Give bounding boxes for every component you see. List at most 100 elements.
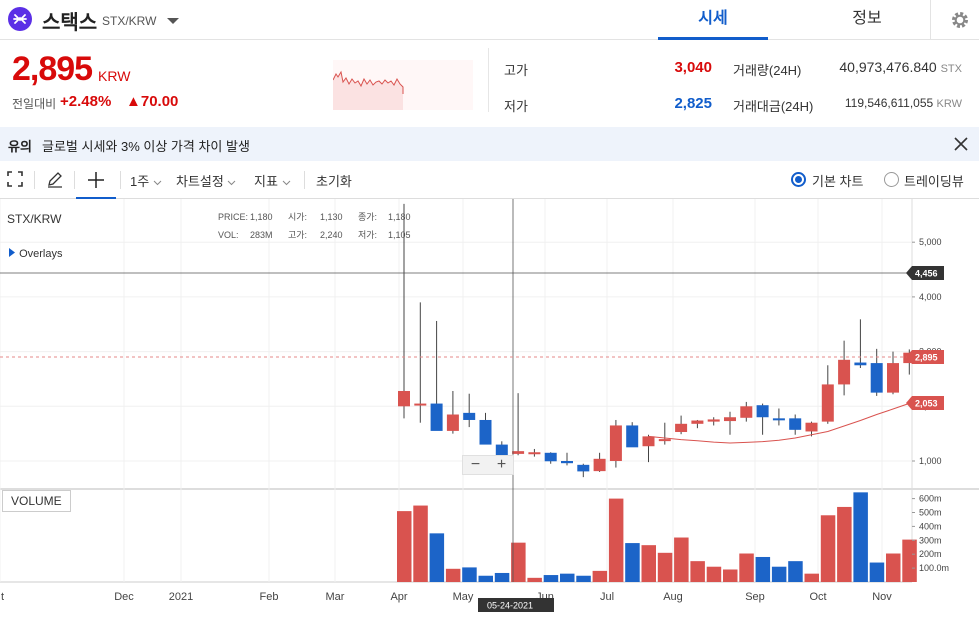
candle[interactable] (821, 365, 834, 424)
svg-text:1,130: 1,130 (320, 212, 343, 222)
candle-body (544, 452, 557, 462)
change-rate: +2.48% (60, 93, 112, 110)
candle[interactable] (675, 415, 688, 435)
candle[interactable] (789, 414, 802, 435)
x-tick-label: Oct (809, 591, 826, 603)
pencil-icon[interactable] (46, 170, 64, 188)
overlays-label: Overlays (19, 248, 63, 260)
candle[interactable] (740, 401, 753, 422)
svg-text:PRICE:: PRICE: (218, 212, 248, 222)
volume-bar (804, 573, 819, 582)
candle[interactable] (528, 448, 541, 457)
zoom-in-button[interactable]: + (489, 456, 514, 474)
candle[interactable] (593, 452, 606, 472)
svg-text:VOL:: VOL: (218, 230, 239, 240)
volume-bar (527, 577, 542, 582)
candle[interactable] (887, 351, 899, 395)
notice-text: 글로벌 시세와 3% 이상 가격 차이 발생 (42, 139, 250, 154)
chevron-down-icon (282, 180, 290, 186)
amount-number: 119,546,611,055 (844, 96, 934, 110)
tradingview-label[interactable]: 트레이딩뷰 (904, 171, 964, 190)
change-amount: ▲70.00 (126, 93, 179, 110)
volume-bar (657, 552, 673, 582)
chart-canvas[interactable]: 1,0002,0003,0004,0005,000 100.0m200m300m… (0, 199, 979, 620)
price-sparkline (333, 60, 473, 110)
candle-body (854, 362, 867, 366)
chevron-down-icon[interactable] (166, 16, 180, 26)
zoom-out-button[interactable]: − (463, 456, 488, 474)
reset-button[interactable]: 초기화 (316, 171, 352, 190)
candle[interactable] (626, 422, 639, 448)
candle[interactable] (854, 319, 867, 369)
triangle-right-icon (9, 248, 15, 257)
low-value: 2,825 (674, 95, 712, 112)
crosshair-icon (88, 172, 104, 188)
candle-body (756, 405, 769, 418)
volume-bar (445, 568, 461, 582)
candle[interactable] (756, 403, 769, 435)
candle[interactable] (463, 393, 476, 428)
candlestick-chart[interactable]: 1,0002,0003,0004,0005,000 100.0m200m300m… (0, 199, 979, 620)
volume-tick-label: 300m (919, 535, 942, 545)
gear-icon[interactable] (948, 8, 972, 32)
candle[interactable] (870, 348, 883, 396)
candle[interactable] (577, 463, 590, 478)
candle-body (626, 425, 639, 448)
svg-text:저가:: 저가: (358, 230, 377, 240)
candle[interactable] (658, 422, 671, 445)
overlays-toggle[interactable]: Overlays (8, 248, 62, 260)
candle[interactable] (609, 419, 622, 468)
volume-bar (706, 566, 722, 582)
amount-value: 119,546,611,055 KRW (772, 96, 962, 110)
candle[interactable] (642, 434, 655, 463)
candle[interactable] (724, 411, 736, 435)
volume-bar (608, 498, 624, 582)
high-label: 고가 (504, 63, 528, 78)
y-tick-label: 1,000 (919, 456, 942, 466)
candle[interactable] (512, 393, 525, 456)
notice-tag: 유의 (8, 139, 32, 154)
interval-select[interactable]: 1주 (130, 171, 162, 190)
volume-bar (690, 561, 705, 582)
tradingview-radio[interactable] (884, 172, 899, 187)
volume-bar (625, 543, 640, 582)
coin-name[interactable]: 스택스 (42, 6, 97, 35)
x-tick-label: 2021 (169, 591, 193, 603)
candle[interactable] (561, 452, 573, 466)
volume-bar (494, 572, 510, 582)
chart-settings-label: 차트설정 (176, 174, 224, 189)
basic-chart-radio[interactable] (791, 172, 806, 187)
volume-unit: STX (940, 63, 962, 75)
indicators-menu[interactable]: 지표 (254, 171, 291, 190)
basic-chart-label[interactable]: 기본 차트 (812, 171, 863, 190)
divider (488, 48, 489, 112)
candle[interactable] (707, 417, 720, 426)
candle[interactable] (691, 419, 704, 429)
close-icon[interactable] (952, 135, 970, 153)
chart-settings-menu[interactable]: 차트설정 (176, 171, 236, 190)
candle[interactable] (544, 452, 557, 464)
svg-text:4,456: 4,456 (915, 269, 938, 279)
crosshair-tool-button[interactable] (76, 161, 116, 199)
candle[interactable] (838, 340, 851, 396)
x-tick-label: Mar (326, 591, 345, 603)
tab-quote[interactable]: 시세 (658, 0, 768, 40)
notice-banner: 유의 글로벌 시세와 3% 이상 가격 차이 발생 (0, 127, 979, 161)
candle-body (691, 420, 704, 424)
high-value: 3,040 (674, 59, 712, 76)
volume-number: 40,973,476.840 (839, 59, 937, 75)
candle[interactable] (446, 390, 459, 434)
candle-body (512, 451, 525, 454)
candle[interactable] (414, 302, 427, 423)
candle[interactable] (479, 412, 492, 445)
volume-panel-label[interactable]: VOLUME (2, 490, 71, 512)
candle[interactable] (772, 408, 785, 426)
svg-text:1,180: 1,180 (250, 212, 273, 222)
chevron-down-icon (153, 180, 162, 186)
x-tick-label: Nov (872, 591, 892, 603)
fullscreen-icon[interactable] (6, 170, 24, 188)
tab-info[interactable]: 정보 (812, 0, 922, 40)
volume-bar (674, 537, 689, 582)
low-label: 저가 (504, 99, 528, 114)
candle[interactable] (430, 320, 443, 431)
